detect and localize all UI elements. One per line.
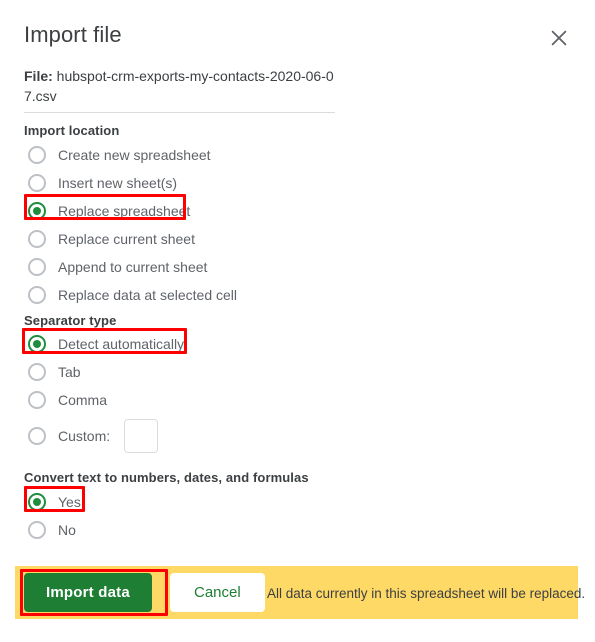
page-title: Import file (24, 22, 122, 47)
radio-label: Append to current sheet (58, 259, 208, 275)
radio-replace-spreadsheet[interactable]: Replace spreadsheet (28, 198, 190, 224)
radio-label: Replace spreadsheet (58, 203, 191, 219)
radio-label: Replace data at selected cell (58, 287, 237, 303)
radio-indicator (28, 427, 46, 445)
radio-label: Insert new sheet(s) (58, 175, 178, 191)
radio-indicator (28, 521, 46, 539)
radio-detect-automatically[interactable]: Detect automatically (28, 331, 184, 357)
radio-label: Comma (58, 392, 108, 408)
file-label: File: (24, 68, 53, 84)
custom-separator-input[interactable] (124, 419, 159, 453)
radio-custom[interactable]: Custom: (28, 419, 159, 453)
cancel-button[interactable]: Cancel (170, 573, 265, 612)
radio-indicator (28, 202, 46, 220)
radio-indicator (28, 174, 46, 192)
section-heading-import-location: Import location (24, 123, 120, 138)
radio-append-to-current-sheet[interactable]: Append to current sheet (28, 254, 207, 280)
import-data-button[interactable]: Import data (24, 573, 152, 612)
radio-label: Create new spreadsheet (58, 147, 211, 163)
file-name: hubspot-crm-exports-my-contacts-2020-06-… (24, 68, 334, 104)
radio-indicator (28, 493, 46, 511)
radio-indicator (28, 335, 46, 353)
section-heading-separator-type: Separator type (24, 313, 117, 328)
radio-label: No (58, 522, 76, 538)
import-file-dialog: Import file File: hubspot-crm-exports-my… (0, 0, 595, 642)
radio-replace-current-sheet[interactable]: Replace current sheet (28, 226, 195, 252)
close-icon[interactable] (547, 26, 571, 50)
radio-tab[interactable]: Tab (28, 359, 81, 385)
radio-label: Custom: (58, 428, 111, 444)
warning-message: All data currently in this spreadsheet w… (267, 586, 586, 601)
radio-comma[interactable]: Comma (28, 387, 107, 413)
radio-insert-new-sheets[interactable]: Insert new sheet(s) (28, 170, 177, 196)
header-divider (24, 112, 335, 113)
radio-replace-data-at-selected-cell[interactable]: Replace data at selected cell (28, 282, 237, 308)
radio-create-new-spreadsheet[interactable]: Create new spreadsheet (28, 142, 211, 168)
radio-label: Tab (58, 364, 81, 380)
radio-indicator (28, 146, 46, 164)
radio-indicator (28, 363, 46, 381)
radio-indicator (28, 286, 46, 304)
file-info: File: hubspot-crm-exports-my-contacts-20… (24, 66, 344, 106)
radio-indicator (28, 391, 46, 409)
radio-convert-yes[interactable]: Yes (28, 489, 81, 515)
radio-label: Replace current sheet (58, 231, 195, 247)
radio-indicator (28, 258, 46, 276)
radio-convert-no[interactable]: No (28, 517, 76, 543)
radio-label: Yes (58, 494, 81, 510)
radio-indicator (28, 230, 46, 248)
section-heading-convert-text: Convert text to numbers, dates, and form… (24, 470, 309, 485)
radio-label: Detect automatically (58, 336, 185, 352)
